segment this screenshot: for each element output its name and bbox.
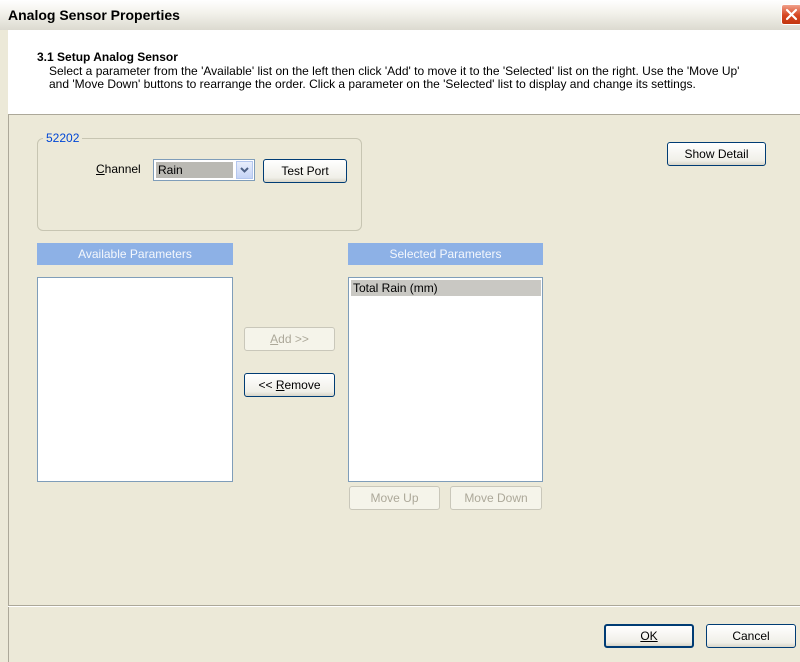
selected-parameters-header: Selected Parameters (348, 243, 543, 265)
remove-button-label: << Remove (258, 378, 321, 392)
add-button-label: dd >> (278, 332, 309, 346)
channel-label: Channel (96, 162, 141, 176)
list-item[interactable]: Total Rain (mm) (351, 280, 541, 296)
window-left-edge (0, 30, 9, 662)
channel-label-accelerator: C (96, 162, 105, 176)
ok-button-label: OK (640, 629, 658, 643)
title-bar[interactable]: Analog Sensor Properties (0, 0, 800, 31)
page-description: Select a parameter from the 'Available' … (49, 65, 800, 91)
add-button[interactable]: Add >> (244, 327, 335, 351)
ok-button[interactable]: OK (604, 624, 694, 648)
channel-select-value: Rain (156, 162, 233, 178)
show-detail-button[interactable]: Show Detail (667, 142, 766, 166)
available-parameters-list[interactable] (37, 277, 233, 482)
wizard-header: 3.1 Setup Analog Sensor Select a paramet… (8, 30, 800, 115)
window-title: Analog Sensor Properties (8, 7, 180, 23)
move-up-button[interactable]: Move Up (349, 486, 440, 510)
footer-separator (8, 605, 800, 607)
page-title: 3.1 Setup Analog Sensor (37, 50, 178, 64)
add-button-accelerator: A (270, 332, 279, 346)
channel-label-text: hannel (104, 162, 141, 176)
remove-button[interactable]: << Remove (244, 373, 335, 397)
selected-parameters-list[interactable]: Total Rain (mm) (348, 277, 543, 482)
move-down-button[interactable]: Move Down (450, 486, 542, 510)
sensor-groupbox (37, 138, 362, 231)
cancel-button[interactable]: Cancel (706, 624, 796, 648)
sensor-group-legend: 52202 (43, 131, 83, 145)
close-button[interactable] (781, 4, 800, 25)
channel-select[interactable]: Rain (153, 159, 255, 181)
channel-dropdown-button[interactable] (236, 161, 253, 179)
description-line-2: and 'Move Down' buttons to rearrange the… (49, 77, 696, 91)
test-port-button[interactable]: Test Port (263, 159, 347, 183)
close-icon (785, 8, 798, 21)
available-parameters-header: Available Parameters (37, 243, 233, 265)
chevron-down-icon (240, 167, 249, 173)
